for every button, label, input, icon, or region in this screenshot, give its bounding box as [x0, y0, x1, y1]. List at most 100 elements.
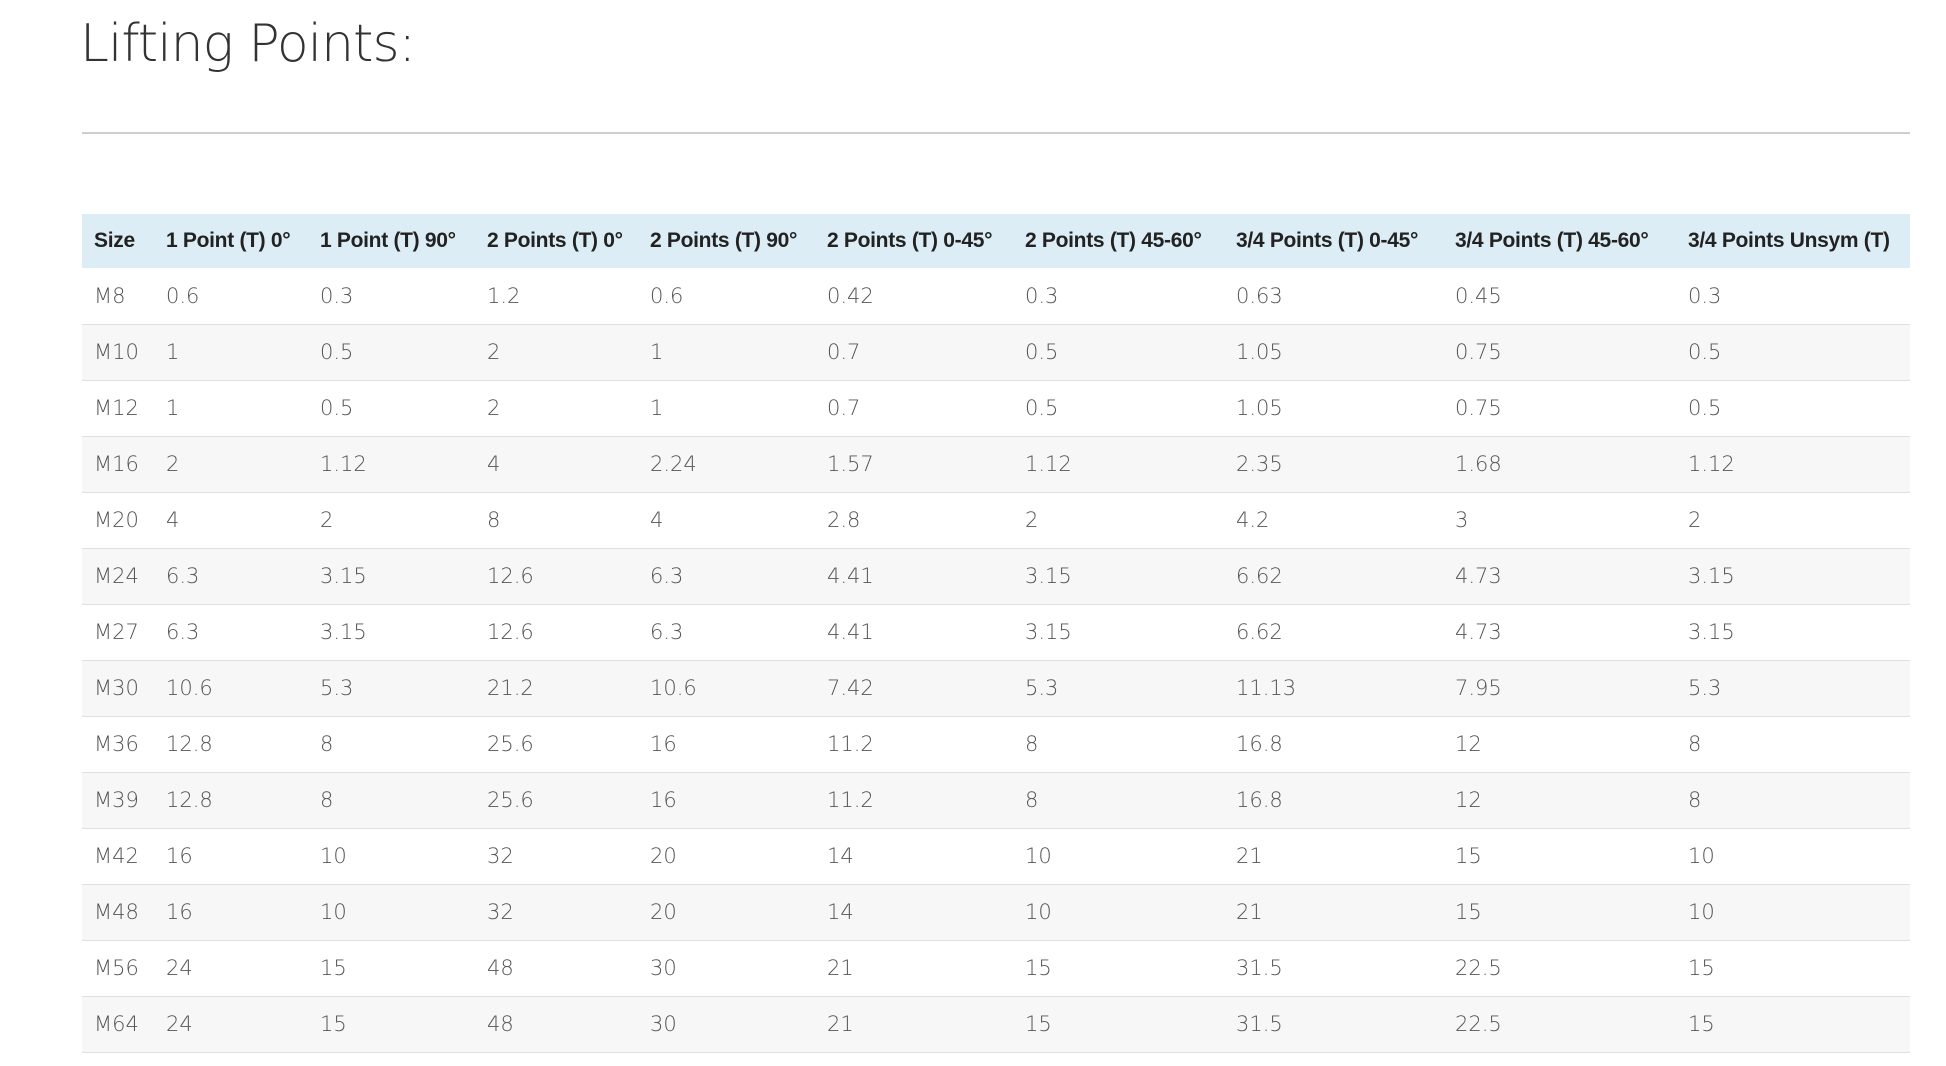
value-cell: 3.15 — [1025, 564, 1072, 588]
header-2-points-0: 2 Points (T) 0° — [487, 229, 623, 252]
value-cell: 3.15 — [320, 564, 367, 588]
value-cell: 2 — [1688, 508, 1702, 532]
table-row: M48 16 10 32 20 14 10 21 15 10 — [82, 884, 1910, 940]
value-cell: 11.2 — [827, 732, 874, 756]
value-cell: 0.3 — [1688, 283, 1722, 308]
value-cell: 10 — [1025, 844, 1052, 868]
value-cell: 2 — [1025, 508, 1039, 532]
value-cell: 15 — [1025, 1012, 1052, 1036]
value-cell: 16 — [166, 900, 193, 924]
value-cell: 2.8 — [827, 508, 861, 532]
table-row: M20 4 2 8 4 2.8 2 4.2 3 2 — [82, 492, 1910, 548]
value-cell: 0.42 — [827, 283, 874, 308]
value-cell: 15 — [1688, 1012, 1715, 1036]
size-cell: M36 — [94, 732, 139, 756]
value-cell: 1.05 — [1236, 396, 1283, 420]
value-cell: 1.12 — [1688, 452, 1735, 476]
value-cell: 4.73 — [1455, 564, 1502, 588]
value-cell: 0.75 — [1455, 396, 1502, 420]
size-cell: M48 — [94, 900, 139, 924]
value-cell: 4 — [166, 508, 180, 532]
size-cell: M39 — [94, 788, 139, 812]
value-cell: 1.2 — [487, 283, 521, 308]
value-cell: 16.8 — [1236, 732, 1283, 756]
value-cell: 48 — [487, 956, 514, 980]
value-cell: 24 — [166, 1012, 193, 1036]
value-cell: 0.5 — [1025, 340, 1059, 364]
value-cell: 0.3 — [1025, 283, 1059, 308]
value-cell: 4.41 — [827, 564, 874, 588]
table-row: M10 1 0.5 2 1 0.7 0.5 1.05 0.75 0.5 — [82, 324, 1910, 380]
value-cell: 6.3 — [650, 620, 684, 644]
value-cell: 8 — [320, 732, 334, 756]
value-cell: 2 — [166, 452, 180, 476]
value-cell: 12.6 — [487, 564, 534, 588]
value-cell: 0.5 — [1025, 396, 1059, 420]
size-cell: M64 — [94, 1012, 139, 1036]
value-cell: 3.15 — [1688, 564, 1735, 588]
value-cell: 12 — [1455, 732, 1482, 756]
size-cell: M12 — [94, 396, 139, 420]
value-cell: 0.5 — [320, 340, 354, 364]
size-cell: M10 — [94, 340, 139, 364]
value-cell: 15 — [1455, 900, 1482, 924]
value-cell: 20 — [650, 900, 677, 924]
value-cell: 0.75 — [1455, 340, 1502, 364]
value-cell: 15 — [320, 956, 347, 980]
value-cell: 1.12 — [1025, 452, 1072, 476]
table-row: M16 2 1.12 4 2.24 1.57 1.12 2.35 1.68 1.12 — [82, 436, 1910, 492]
value-cell: 7.42 — [827, 676, 874, 700]
header-2-points-45-60: 2 Points (T) 45-60° — [1025, 229, 1202, 252]
value-cell: 0.7 — [827, 340, 861, 364]
value-cell: 21 — [827, 956, 854, 980]
value-cell: 0.5 — [1688, 340, 1722, 364]
value-cell: 2.24 — [650, 452, 697, 476]
value-cell: 20 — [650, 844, 677, 868]
size-cell: M56 — [94, 956, 139, 980]
value-cell: 15 — [1025, 956, 1052, 980]
value-cell: 30 — [650, 956, 677, 980]
value-cell: 12.6 — [487, 620, 534, 644]
value-cell: 5.3 — [320, 676, 354, 700]
value-cell: 48 — [487, 1012, 514, 1036]
value-cell: 1 — [166, 396, 180, 420]
value-cell: 24 — [166, 956, 193, 980]
size-cell: M16 — [94, 452, 139, 476]
table-row: M8 0.6 0.3 1.2 0.6 0.42 0.3 0.63 0.45 0.3 — [82, 268, 1910, 324]
value-cell: 15 — [1688, 956, 1715, 980]
table-row: M39 12.8 8 25.6 16 11.2 8 16.8 12 8 — [82, 772, 1910, 828]
value-cell: 0.6 — [166, 283, 200, 308]
table-row: M64 24 15 48 30 21 15 31.5 22.5 15 — [82, 996, 1910, 1052]
value-cell: 4.73 — [1455, 620, 1502, 644]
table-body: M8 0.6 0.3 1.2 0.6 0.42 0.3 0.63 0.45 0.3 M10 1 0.5 2… — [82, 268, 1910, 1052]
value-cell: 8 — [1688, 732, 1702, 756]
value-cell: 11.2 — [827, 788, 874, 812]
table-row: M56 24 15 48 30 21 15 31.5 22.5 15 — [82, 940, 1910, 996]
value-cell: 21 — [1236, 844, 1263, 868]
value-cell: 14 — [827, 844, 854, 868]
value-cell: 5.3 — [1025, 676, 1059, 700]
value-cell: 14 — [827, 900, 854, 924]
value-cell: 10 — [320, 900, 347, 924]
size-cell: M42 — [94, 844, 139, 868]
value-cell: 21 — [1236, 900, 1263, 924]
value-cell: 6.3 — [166, 564, 200, 588]
value-cell: 3.15 — [320, 620, 367, 644]
value-cell: 0.5 — [320, 396, 354, 420]
value-cell: 1.05 — [1236, 340, 1283, 364]
value-cell: 1.68 — [1455, 452, 1502, 476]
value-cell: 0.3 — [320, 283, 354, 308]
header-1-point-90: 1 Point (T) 90° — [320, 229, 456, 252]
value-cell: 30 — [650, 1012, 677, 1036]
value-cell: 8 — [487, 508, 501, 532]
value-cell: 12.8 — [166, 788, 213, 812]
value-cell: 8 — [1025, 732, 1039, 756]
lifting-points-table-container: Size 1 Point (T) 0° 1 Point (T) 90° 2 Po… — [82, 214, 1910, 1053]
value-cell: 2 — [487, 396, 501, 420]
value-cell: 12.8 — [166, 732, 213, 756]
value-cell: 16 — [650, 788, 677, 812]
value-cell: 0.45 — [1455, 283, 1502, 308]
value-cell: 6.3 — [166, 620, 200, 644]
value-cell: 25.6 — [487, 732, 534, 756]
value-cell: 12 — [1455, 788, 1482, 812]
